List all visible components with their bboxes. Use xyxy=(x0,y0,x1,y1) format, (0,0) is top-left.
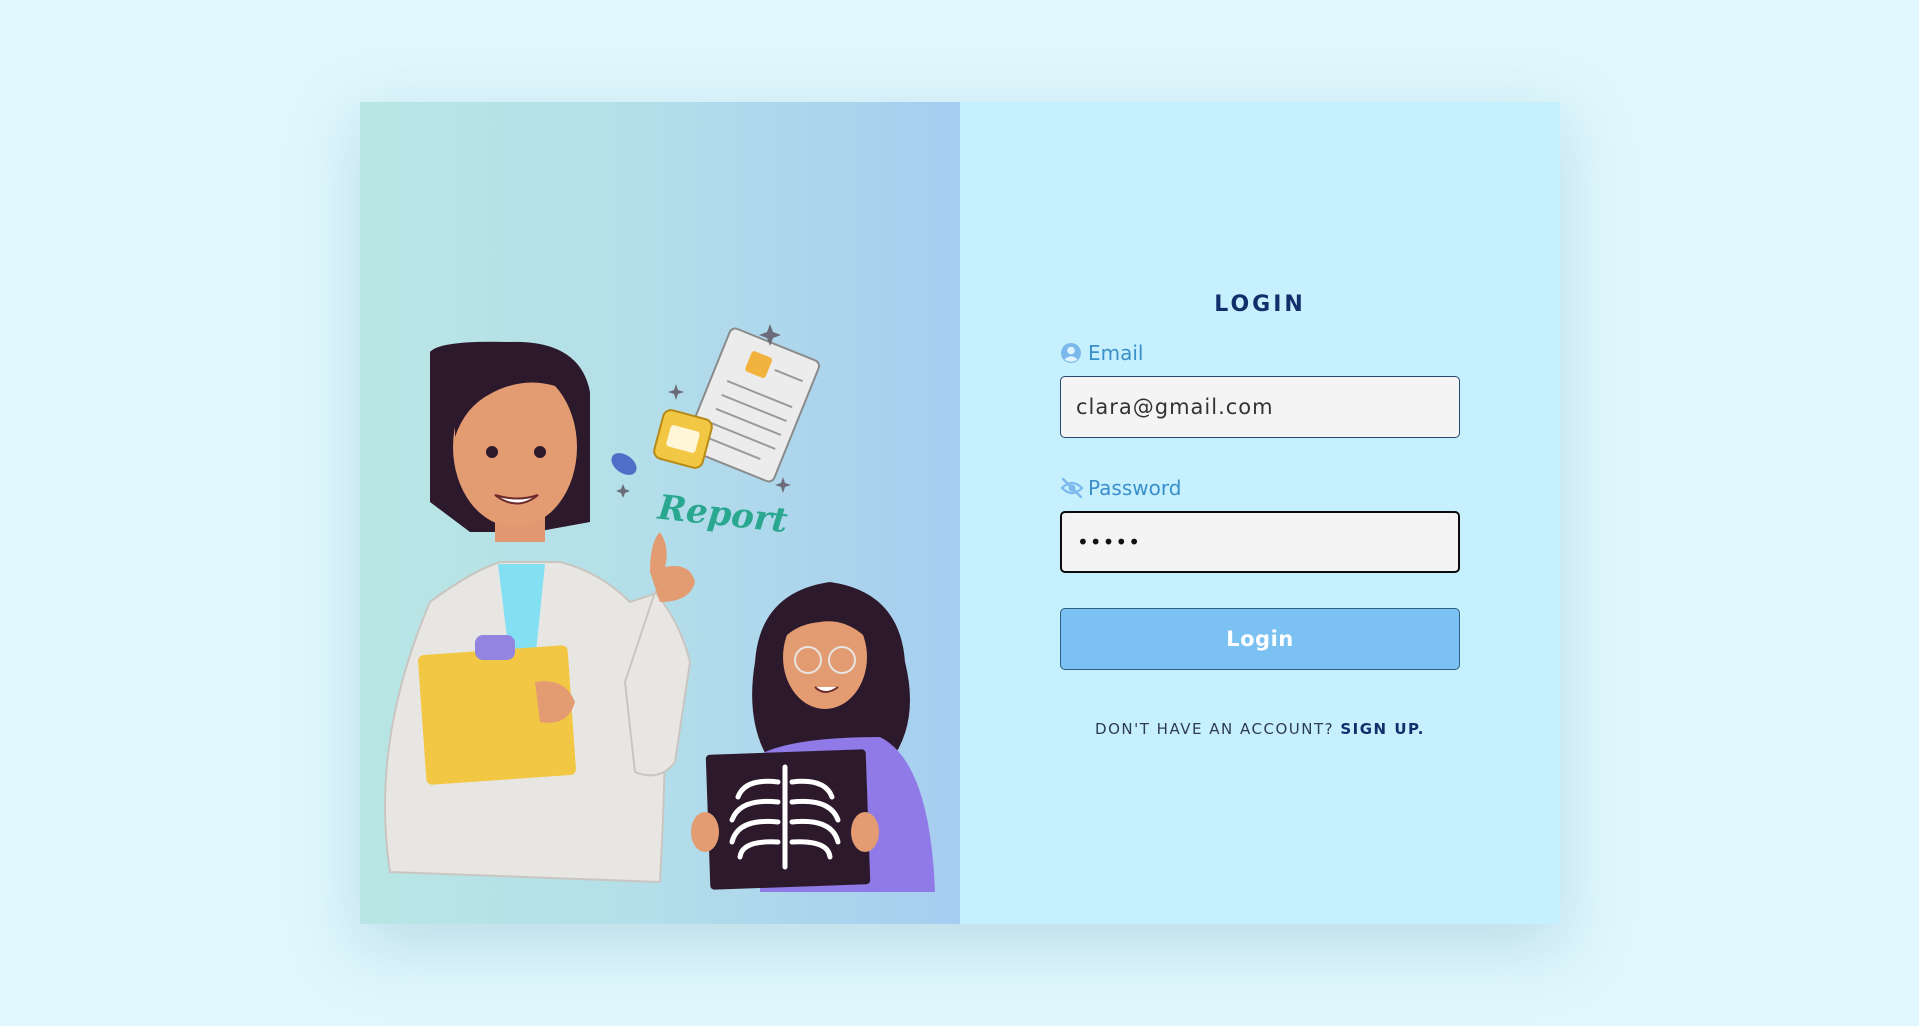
email-value: clara@gmail.com xyxy=(1076,395,1274,419)
email-label: Email xyxy=(1088,341,1144,365)
illustration-panel: Report xyxy=(360,102,960,924)
doctor-figure xyxy=(384,341,695,884)
doctor-patient-illustration: Report xyxy=(384,324,935,892)
login-panel: LOGIN Email clara@gmail.com Password •••… xyxy=(960,102,1560,924)
signup-prompt: DON'T HAVE AN ACCOUNT? xyxy=(1095,720,1335,738)
pill-jar-icon xyxy=(611,409,713,475)
password-field[interactable]: ••••• xyxy=(1060,511,1460,573)
email-field[interactable]: clara@gmail.com xyxy=(1060,376,1460,438)
eye-slash-icon[interactable] xyxy=(1060,477,1084,499)
login-button[interactable]: Login xyxy=(1060,608,1460,670)
user-circle-icon xyxy=(1060,342,1082,364)
password-value: ••••• xyxy=(1077,530,1141,554)
signup-link[interactable]: SIGN UP. xyxy=(1340,720,1425,738)
report-illustration-text: Report xyxy=(655,488,790,542)
patient-figure xyxy=(691,582,935,892)
password-label-row: Password xyxy=(1060,473,1460,503)
signup-prompt-row: DON'T HAVE AN ACCOUNT? SIGN UP. xyxy=(1060,720,1460,738)
login-form: LOGIN Email clara@gmail.com Password •••… xyxy=(1060,292,1460,738)
password-label: Password xyxy=(1088,476,1182,500)
email-label-row: Email xyxy=(1060,338,1460,368)
login-title: LOGIN xyxy=(1214,292,1306,317)
login-card: Report LOGIN Email clara@gmail.com Passw… xyxy=(360,102,1560,924)
